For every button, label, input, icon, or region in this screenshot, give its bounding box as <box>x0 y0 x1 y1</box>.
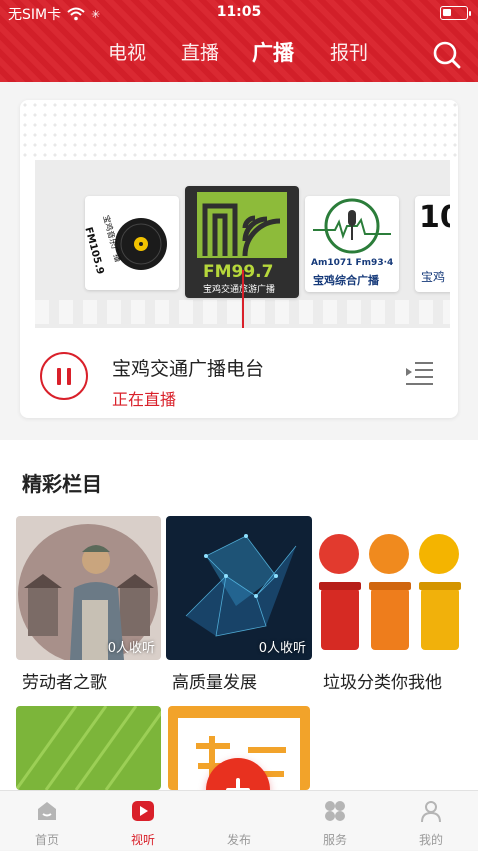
listener-count: 0人收听 <box>258 641 306 656</box>
tab-audiovisual[interactable]: 视听 <box>108 791 178 851</box>
program-label[interactable]: 高质量发展 <box>172 668 257 693</box>
station-logo-line1: 10 <box>419 200 450 235</box>
tab-live[interactable]: 直播 <box>181 38 219 65</box>
program-thumb-field[interactable] <box>16 706 161 790</box>
tab-tv[interactable]: 电视 <box>108 38 146 65</box>
program-thumb-garbage-sorting[interactable] <box>317 516 463 660</box>
grid-icon <box>325 801 345 821</box>
station-logo-line2: 宝鸡交通旅游广播 <box>203 285 276 295</box>
tab-services[interactable]: 服务 <box>300 791 370 851</box>
tab-label: 我的 <box>418 833 443 847</box>
station-name: 宝鸡交通广播电台 <box>112 358 265 380</box>
bottom-tab-bar: 首页 视听 发布 服务 我的 <box>0 790 478 850</box>
program-label[interactable]: 劳动者之歌 <box>22 668 107 693</box>
play-icon <box>132 801 154 821</box>
traffic-logo-graphic <box>197 192 287 258</box>
tab-label: 视听 <box>130 833 155 847</box>
section-title: 精彩栏目 <box>22 472 102 496</box>
station-status: 正在直播 <box>112 390 177 409</box>
tab-newspaper[interactable]: 报刊 <box>330 38 368 65</box>
station-logo-line1: Am1071 Fm93·4 <box>311 258 394 268</box>
recycling-bins-image <box>319 534 461 650</box>
station-logo-partial[interactable]: 10 宝鸡 <box>415 196 450 292</box>
pause-button[interactable] <box>40 352 88 400</box>
program-label[interactable]: 垃圾分类你我他 <box>323 668 442 693</box>
station-logo-music[interactable]: FM105.9 宝鸡音乐广播 <box>85 196 179 290</box>
dot-pattern <box>20 100 458 160</box>
home-icon <box>38 802 56 820</box>
program-thumb-labor-song[interactable]: 0人收听 <box>16 516 161 660</box>
tab-home[interactable]: 首页 <box>12 791 82 851</box>
microphone-logo-graphic <box>313 198 391 254</box>
tab-label: 首页 <box>34 833 59 847</box>
tuner-needle <box>242 270 244 328</box>
tab-radio[interactable]: 广播 <box>252 37 294 67</box>
station-logo-general[interactable]: Am1071 Fm93·4 宝鸡综合广播 <box>305 196 399 292</box>
top-nav: 电视 直播 广播 报刊 <box>0 38 478 72</box>
status-bar: 无SIM卡 ✳ 11:05 <box>0 0 478 26</box>
playlist-icon[interactable] <box>404 360 434 388</box>
app-header: 无SIM卡 ✳ 11:05 电视 直播 广播 报刊 <box>0 0 478 82</box>
station-logo-line2: 宝鸡 <box>421 270 446 284</box>
tab-label: 发布 <box>226 833 251 847</box>
green-field-image <box>16 706 161 790</box>
tab-publish[interactable]: 发布 <box>204 791 274 851</box>
search-icon[interactable] <box>432 40 462 70</box>
station-logo-line1: FM99.7 <box>203 262 274 282</box>
radio-player-card: FM105.9 宝鸡音乐广播 FM99.7 宝鸡交通旅游广播 Am1071 Fm… <box>20 100 458 418</box>
battery-icon <box>440 6 471 20</box>
status-time: 11:05 <box>216 4 262 20</box>
station-logo-line2: 宝鸡综合广播 <box>313 274 379 287</box>
program-thumb-development[interactable]: 0人收听 <box>166 516 312 660</box>
listener-count: 0人收听 <box>107 641 155 656</box>
user-icon <box>421 801 441 823</box>
tab-label: 服务 <box>322 833 347 847</box>
tab-mine[interactable]: 我的 <box>396 791 466 851</box>
vinyl-record-icon <box>115 218 167 270</box>
